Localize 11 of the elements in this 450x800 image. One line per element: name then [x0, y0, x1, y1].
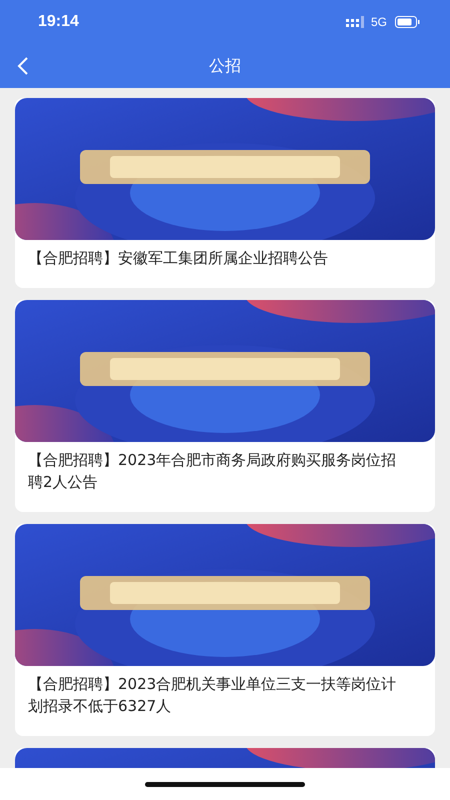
network-label: 5G — [370, 15, 387, 29]
page-title: 公招 — [209, 56, 241, 76]
article-title: 【合肥招聘】2023年合肥市商务局政府购买服务岗位招聘2人公告 — [27, 450, 398, 493]
article-card[interactable]: 【合肥招聘】2023年合肥市商务局政府购买服务岗位招聘2人公告 — [15, 300, 435, 512]
article-card[interactable]: 【合肥招聘】2023合肥机关事业单位三支一扶等岗位计划招录不低于6327人 — [15, 524, 435, 736]
article-card[interactable]: 【合肥招聘】安徽军工集团所属企业招聘公告 — [15, 98, 435, 288]
status-time: 19:14 — [38, 13, 80, 31]
article-title: 【合肥招聘】2023合肥机关事业单位三支一扶等岗位计划招录不低于6327人 — [27, 674, 398, 717]
article-title: 【合肥招聘】安徽军工集团所属企业招聘公告 — [27, 248, 329, 269]
battery-icon — [395, 16, 420, 28]
signal-icon — [346, 16, 365, 28]
